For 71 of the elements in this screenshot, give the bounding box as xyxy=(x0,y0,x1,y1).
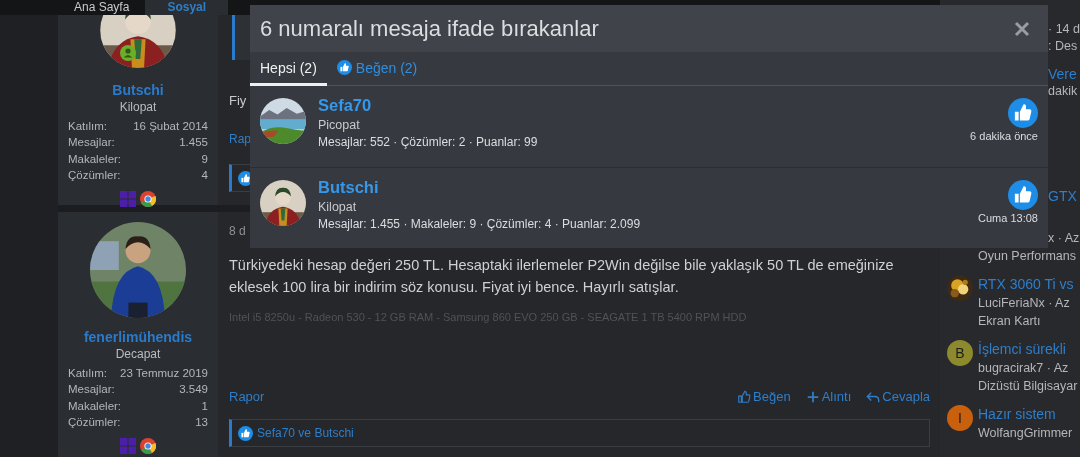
username[interactable]: Butschi xyxy=(318,176,979,197)
stat-value: 23 Temmuz 2019 xyxy=(120,366,208,381)
stat-value: 4 xyxy=(201,167,208,183)
thread-title[interactable]: Hazır sistem xyxy=(978,405,1073,424)
thread-meta: LuciFeriaNx · Az xyxy=(978,295,1071,312)
like-link[interactable]: Beğen xyxy=(737,389,791,405)
tab[interactable]: Beğen (2) xyxy=(326,52,428,86)
username[interactable]: Butschi xyxy=(68,81,208,99)
stat-value: 13 xyxy=(195,414,208,430)
quote-link[interactable]: Alıntı xyxy=(805,389,852,405)
thread-meta: bugracirak7 · Az xyxy=(978,360,1070,377)
stat-label: Katılım: xyxy=(68,366,107,381)
thread-title[interactable]: RTX 3060 Ti vs xyxy=(978,275,1074,294)
stat-value: 9 xyxy=(201,151,208,167)
thread-forum: Ekran Kartı xyxy=(978,313,1042,330)
ring-logo-icon xyxy=(140,191,156,208)
thread-meta: x · Az xyxy=(1048,230,1080,247)
post-text: Türkiyedeki hesap değeri 250 TL. Hesaptaki ilerlemeler P2Win değilse bile yaklaşık 50 TL de emeğinize eklesek 100 lira bir indirim söz konusu. Fiyat iyi bence. Hayırlı satışlar. xyxy=(229,256,895,297)
thread-title[interactable]: İşlemci sürekli xyxy=(978,340,1078,359)
four-squares-icon xyxy=(120,191,136,208)
user-title: Kilopat xyxy=(118,99,158,116)
thread-title[interactable]: GTX xyxy=(1048,188,1080,205)
reply-link[interactable]: Cevapla xyxy=(866,389,930,405)
stat-value: 16 Şubat 2014 xyxy=(133,119,208,134)
thread-meta: : Des xyxy=(1048,38,1079,55)
dialog-title: 6 numaralı mesaja ifade bırakanlar xyxy=(260,15,599,42)
stat-value: 1.455 xyxy=(179,135,208,151)
stat-label: Makaleler: xyxy=(68,398,122,414)
stat-value: 1 xyxy=(201,398,208,414)
stat-value: 3.549 xyxy=(179,382,208,398)
nav-tab[interactable]: Ana Sayfa xyxy=(58,0,146,15)
reaction-time: Cuma 13:08 xyxy=(978,211,1038,224)
stat-label: Mesajlar: xyxy=(68,135,115,151)
ring-logo-icon xyxy=(140,438,156,455)
stat-label: Mesajlar: xyxy=(68,382,115,398)
thread-meta: WolfangGrimmer xyxy=(978,425,1073,442)
username[interactable]: fenerlimühendis xyxy=(68,328,208,346)
four-squares-icon xyxy=(120,438,136,455)
letter-avatar: I xyxy=(947,405,973,431)
post-text: Fiy xyxy=(229,92,247,110)
stat-label: Çözümler: xyxy=(68,414,121,430)
thread-forum: Dizüstü Bilgisayar xyxy=(978,378,1078,395)
like-icon xyxy=(336,60,352,75)
thread-meta: · 14 d xyxy=(1048,21,1080,38)
thread-title[interactable]: Vere xyxy=(1048,66,1080,83)
stat-label: Katılım: xyxy=(68,119,107,134)
user-title: Decapat xyxy=(114,346,162,363)
post-date: 8 d xyxy=(229,224,246,238)
thread-meta: dakik xyxy=(1048,83,1079,100)
letter-avatar: B xyxy=(947,340,973,366)
user-stats: Mesajlar: 1.455 · Makaleler: 9 · Çözümler: 4 · Puanlar: 2.099 xyxy=(318,215,642,233)
reactions-link[interactable]: Sefa70 ve Butschi xyxy=(257,426,354,440)
reply-icon xyxy=(866,390,881,404)
tab[interactable]: Hepsi (2) xyxy=(250,52,327,86)
like-icon xyxy=(1008,98,1038,128)
reaction-time: 6 dakika önce xyxy=(970,130,1038,142)
plus-icon xyxy=(805,390,820,404)
stat-label: Makaleler: xyxy=(68,151,122,167)
user-stats: Mesajlar: 552 · Çözümler: 2 · Puanlar: 99 xyxy=(318,134,539,151)
report-link[interactable]: Rapor xyxy=(229,389,265,405)
report-link[interactable]: Rap xyxy=(229,131,251,147)
thread-forum: Oyun Performans xyxy=(977,248,1077,265)
nav-tab[interactable]: Sosyal xyxy=(145,0,229,15)
username[interactable]: Sefa70 xyxy=(318,95,971,115)
like-icon xyxy=(238,425,253,441)
stat-label: Çözümler: xyxy=(68,167,121,183)
user-title: Picopat xyxy=(318,117,361,134)
like-icon xyxy=(1008,179,1038,210)
user-title: Kilopat xyxy=(318,198,358,216)
close-icon[interactable] xyxy=(1014,20,1030,37)
thumbs-up-icon xyxy=(737,390,752,404)
